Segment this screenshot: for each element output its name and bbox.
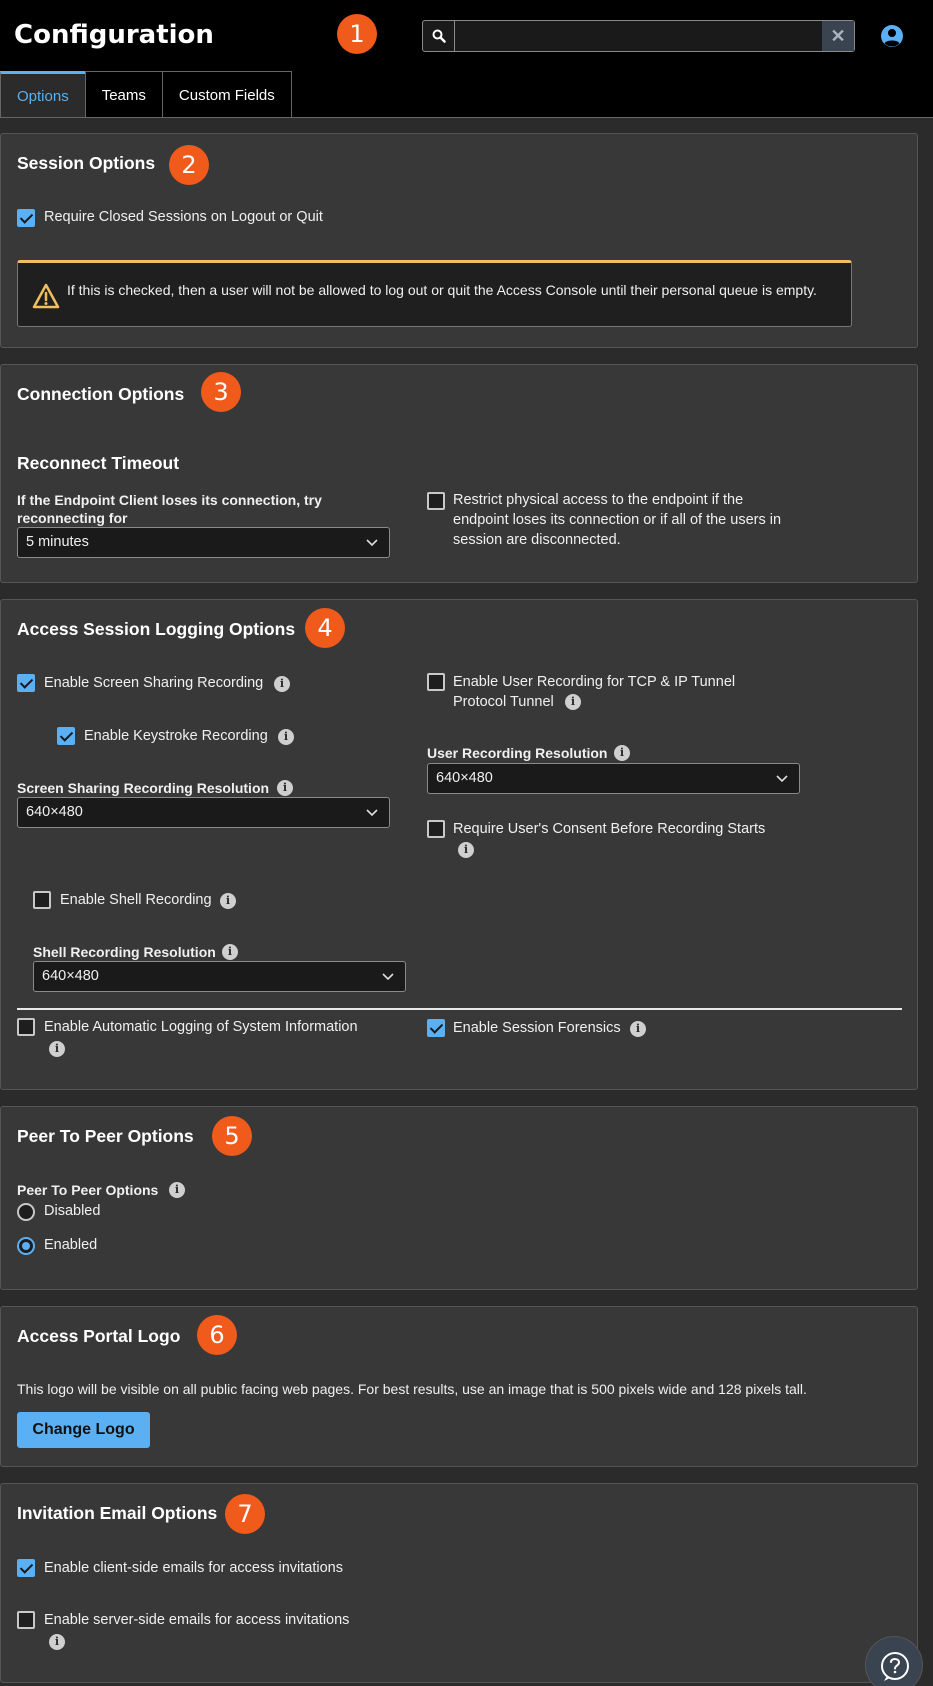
chevron-down-icon <box>382 973 394 981</box>
tab-options[interactable]: Options <box>0 71 86 118</box>
callout-badge-7: 7 <box>225 1494 265 1534</box>
auto-logging-label: Enable Automatic Logging of System Infor… <box>44 1019 358 1035</box>
session-forensics-label: Enable Session Forensics <box>453 1020 621 1036</box>
app-header: Configuration 1 ✕ Options Teams Custom F… <box>0 0 933 118</box>
server-side-emails-label: Enable server-side emails for access inv… <box>44 1612 350 1628</box>
info-icon[interactable]: i <box>458 842 474 858</box>
user-res-select[interactable]: 640×480 <box>427 763 800 794</box>
client-side-emails-checkbox[interactable] <box>17 1559 35 1577</box>
change-logo-button[interactable]: Change Logo <box>17 1412 150 1448</box>
require-closed-sessions-checkbox[interactable] <box>17 209 35 227</box>
shell-recording-label: Enable Shell Recording <box>60 892 212 908</box>
page-title: Configuration <box>14 20 214 50</box>
restrict-physical-access-label: Restrict physical access to the endpoint… <box>453 492 782 548</box>
warning-text: If this is checked, then a user will not… <box>67 282 817 298</box>
logging-options-title: Access Session Logging Options <box>17 619 296 639</box>
screen-res-value: 640×480 <box>26 804 83 820</box>
peer-disabled-label: Disabled <box>44 1203 101 1219</box>
clear-search-button[interactable]: ✕ <box>822 21 854 51</box>
info-icon[interactable]: i <box>614 745 630 761</box>
screen-res-select[interactable]: 640×480 <box>17 797 390 828</box>
search-box: ✕ <box>422 20 855 52</box>
session-options-title: Session Options <box>17 153 156 173</box>
screen-sharing-recording-label: Enable Screen Sharing Recording <box>44 675 264 691</box>
info-icon[interactable]: i <box>277 780 293 796</box>
user-res-label: User Recording Resolution <box>427 745 608 761</box>
shell-res-select[interactable]: 640×480 <box>33 961 406 992</box>
callout-badge-2: 2 <box>169 145 209 185</box>
auto-logging-checkbox[interactable] <box>17 1018 35 1036</box>
connection-options-panel: Connection Options 3 Reconnect Timeout I… <box>0 364 918 583</box>
warning-callout: If this is checked, then a user will not… <box>17 260 852 327</box>
info-icon[interactable]: i <box>220 893 236 909</box>
invitation-options-title: Invitation Email Options <box>17 1503 218 1523</box>
tab-bar: Options Teams Custom Fields <box>0 71 292 118</box>
user-consent-checkbox[interactable] <box>427 820 445 838</box>
portal-logo-title: Access Portal Logo <box>17 1326 181 1346</box>
info-icon[interactable]: i <box>49 1634 65 1650</box>
info-icon[interactable]: i <box>565 694 581 710</box>
callout-badge-4: 4 <box>305 608 345 648</box>
tab-custom-fields[interactable]: Custom Fields <box>161 71 292 118</box>
chevron-down-icon <box>366 809 378 817</box>
callout-badge-5: 5 <box>212 1116 252 1156</box>
portal-logo-description: This logo will be visible on all public … <box>17 1381 807 1397</box>
chevron-down-icon <box>366 539 378 547</box>
restrict-physical-access-checkbox[interactable] <box>427 492 445 510</box>
chevron-down-icon <box>776 775 788 783</box>
user-consent-label: Require User's Consent Before Recording … <box>453 821 766 837</box>
user-recording-label: Enable User Recording for TCP & IP Tunne… <box>453 674 736 710</box>
require-closed-sessions-label: Require Closed Sessions on Logout or Qui… <box>44 209 323 225</box>
section-divider <box>17 1008 902 1010</box>
help-icon <box>881 1652 909 1681</box>
client-side-emails-label: Enable client-side emails for access inv… <box>44 1560 343 1576</box>
peer-enabled-radio[interactable] <box>17 1237 35 1255</box>
server-side-emails-checkbox[interactable] <box>17 1611 35 1629</box>
shell-res-value: 640×480 <box>42 968 99 984</box>
tab-divider <box>0 117 933 118</box>
user-account-icon[interactable] <box>880 24 904 48</box>
search-icon <box>423 21 455 51</box>
warning-icon <box>32 283 60 309</box>
screen-sharing-recording-checkbox[interactable] <box>17 674 35 692</box>
info-icon[interactable]: i <box>278 729 294 745</box>
portal-logo-panel: Access Portal Logo 6 This logo will be v… <box>0 1306 918 1467</box>
info-icon[interactable]: i <box>630 1021 646 1037</box>
invitation-options-panel: Invitation Email Options 7 Enable client… <box>0 1483 918 1683</box>
reconnect-timeout-heading: Reconnect Timeout <box>17 453 180 473</box>
keystroke-recording-checkbox[interactable] <box>57 727 75 745</box>
connection-options-title: Connection Options <box>17 384 185 404</box>
peer-field-label: Peer To Peer Options <box>17 1182 159 1198</box>
info-icon[interactable]: i <box>169 1182 185 1198</box>
user-res-value: 640×480 <box>436 770 493 786</box>
search-input[interactable] <box>456 21 822 51</box>
info-icon[interactable]: i <box>274 676 290 692</box>
info-icon[interactable]: i <box>222 944 238 960</box>
session-forensics-checkbox[interactable] <box>427 1019 445 1037</box>
peer-disabled-radio[interactable] <box>17 1203 35 1221</box>
peer-options-panel: Peer To Peer Options 5 Peer To Peer Opti… <box>0 1106 918 1290</box>
logging-options-panel: Access Session Logging Options 4 Enable … <box>0 599 918 1090</box>
reconnect-label: If the Endpoint Client loses its connect… <box>17 492 322 526</box>
callout-badge-6: 6 <box>197 1315 237 1355</box>
shell-res-label: Shell Recording Resolution <box>33 944 216 960</box>
info-icon[interactable]: i <box>49 1041 65 1057</box>
reconnect-timeout-select[interactable]: 5 minutes <box>17 527 390 558</box>
session-options-panel: Session Options 2 Require Closed Session… <box>0 133 918 348</box>
tab-teams[interactable]: Teams <box>84 71 163 118</box>
screen-res-label: Screen Sharing Recording Resolution <box>17 780 270 796</box>
help-button[interactable] <box>865 1636 923 1686</box>
peer-enabled-label: Enabled <box>44 1237 98 1253</box>
callout-badge-3: 3 <box>201 372 241 412</box>
shell-recording-checkbox[interactable] <box>33 891 51 909</box>
callout-badge-1: 1 <box>337 14 377 54</box>
keystroke-recording-label: Enable Keystroke Recording <box>84 728 268 744</box>
close-icon: ✕ <box>830 25 846 46</box>
peer-options-title: Peer To Peer Options <box>17 1126 194 1146</box>
user-recording-checkbox[interactable] <box>427 673 445 691</box>
reconnect-timeout-value: 5 minutes <box>26 534 89 550</box>
